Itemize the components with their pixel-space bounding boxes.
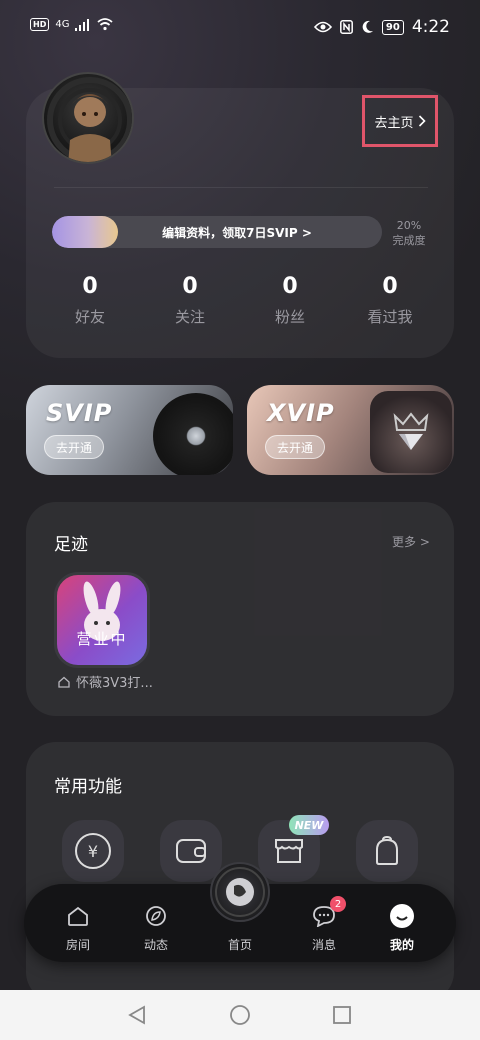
svip-card[interactable]: SVIP 去开通 — [26, 385, 233, 475]
stat-label: 好友 — [74, 308, 105, 326]
room-name-row[interactable]: 怀薇3V3打... — [58, 672, 153, 691]
tab-messages[interactable]: 2 消息 — [294, 896, 354, 953]
yen-icon: ¥ — [75, 833, 111, 869]
room-thumbnail[interactable]: 营业中 — [54, 572, 150, 668]
home-circle-icon[interactable] — [229, 1004, 251, 1026]
stat-value: 0 — [182, 274, 198, 299]
stat-visitors[interactable]: 0 看过我 — [340, 272, 440, 327]
profile-stats: 0 好友 0 关注 0 粉丝 0 看过我 — [40, 272, 440, 327]
profile-divider — [54, 187, 428, 188]
new-badge: NEW — [289, 815, 329, 835]
footprint-more-link[interactable]: 更多 > — [392, 533, 430, 550]
chevron-right-icon — [418, 115, 426, 127]
tab-home-label: 首页 — [227, 938, 252, 952]
stat-value: 0 — [282, 274, 298, 299]
go-homepage-link[interactable]: 去主页 — [362, 95, 438, 147]
network-type: 4G — [55, 19, 70, 30]
house-icon — [64, 902, 92, 930]
profile-completion-text: 编辑资料，领取7日SVIP > — [162, 225, 312, 240]
footprint-title: 足迹 — [54, 535, 88, 555]
smile-icon — [388, 902, 416, 930]
wifi-icon — [97, 18, 114, 31]
recents-icon[interactable] — [331, 1004, 353, 1026]
eye-icon — [313, 21, 332, 33]
status-right: 90 4:22 — [313, 17, 450, 37]
xvip-card[interactable]: XVIP 去开通 — [247, 385, 454, 475]
stat-label: 关注 — [174, 308, 205, 326]
svip-activate-button[interactable]: 去开通 — [44, 435, 104, 459]
diamond-icon — [393, 412, 429, 450]
tab-room-label: 房间 — [65, 938, 90, 952]
hd-badge: HD — [30, 18, 50, 31]
message-count-badge: 2 — [330, 896, 346, 912]
go-homepage-label: 去主页 — [374, 115, 414, 131]
house-icon — [58, 676, 70, 688]
xvip-activate-button[interactable]: 去开通 — [265, 435, 325, 459]
features-title: 常用功能 — [54, 777, 122, 797]
back-icon[interactable] — [126, 1004, 148, 1026]
room-name: 怀薇3V3打... — [76, 676, 153, 691]
leaf-icon — [142, 902, 170, 930]
center-disc-button[interactable] — [210, 862, 270, 922]
stat-label: 看过我 — [367, 308, 413, 326]
profile-completion-percent: 20% 完成度 — [386, 218, 432, 248]
completion-percent-value: 20% — [396, 219, 422, 232]
avatar-image — [47, 77, 132, 162]
recharge-icon-tile: ¥ — [62, 820, 124, 882]
store-icon — [275, 839, 303, 863]
tab-mine[interactable]: 我的 — [372, 902, 432, 953]
room-status: 营业中 — [76, 630, 128, 648]
stat-value: 0 — [82, 274, 98, 299]
stat-friends[interactable]: 0 好友 — [40, 272, 140, 327]
stat-value: 0 — [382, 274, 398, 299]
vinyl-record-icon — [153, 393, 233, 475]
moon-icon — [362, 20, 373, 33]
status-left: HD 4G — [30, 18, 114, 31]
backpack-icon-tile — [356, 820, 418, 882]
system-nav-bar — [0, 990, 480, 1040]
backpack-icon — [376, 836, 398, 865]
tab-moments-label: 动态 — [143, 938, 168, 952]
rabbit-illustration-icon — [83, 581, 121, 641]
svip-title: SVIP — [46, 399, 113, 427]
tab-room[interactable]: 房间 — [48, 902, 108, 953]
battery-indicator: 90 — [381, 19, 404, 35]
wallet-icon — [176, 839, 206, 863]
profile-completion-bar[interactable]: 编辑资料，领取7日SVIP > — [52, 216, 382, 248]
status-bar: HD 4G 90 4:22 — [0, 0, 480, 56]
avatar[interactable] — [42, 72, 134, 164]
diamond-crown-icon — [370, 391, 452, 473]
nfc-icon — [339, 20, 353, 34]
tab-moments[interactable]: 动态 — [126, 902, 186, 953]
completion-percent-label: 完成度 — [392, 234, 426, 247]
stat-label: 粉丝 — [274, 308, 305, 326]
clock: 4:22 — [411, 17, 450, 37]
stat-following[interactable]: 0 关注 — [140, 272, 240, 327]
signal-icon — [75, 18, 90, 31]
tab-mine-label: 我的 — [389, 938, 414, 952]
record-disc-icon — [215, 867, 265, 917]
tab-messages-label: 消息 — [311, 938, 336, 952]
xvip-title: XVIP — [267, 399, 335, 427]
stat-fans[interactable]: 0 粉丝 — [240, 272, 340, 327]
